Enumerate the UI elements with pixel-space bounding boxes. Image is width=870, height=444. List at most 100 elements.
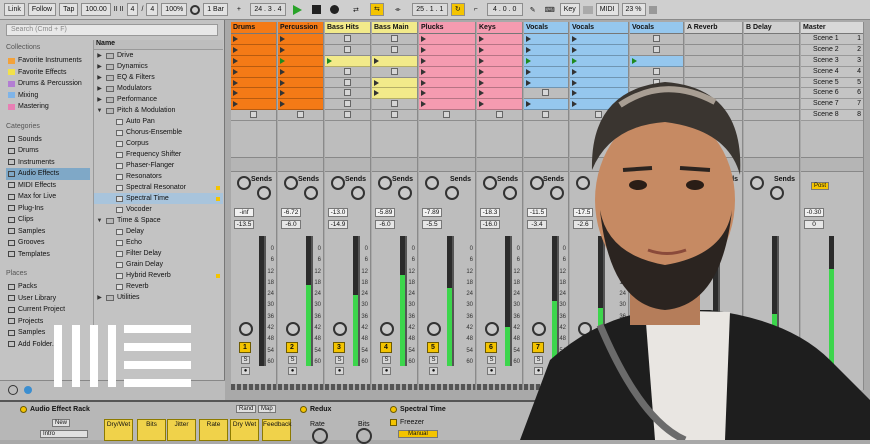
- clip-playing-icon[interactable]: [327, 57, 332, 64]
- clip-launch-icon[interactable]: [374, 90, 379, 97]
- track-header[interactable]: Drums: [231, 22, 276, 34]
- freeze-mode-select[interactable]: Manual: [398, 430, 438, 438]
- clip-launch-icon[interactable]: [421, 79, 426, 86]
- clip-slot[interactable]: [372, 77, 417, 89]
- clip-slot[interactable]: [278, 77, 323, 89]
- draw-icon[interactable]: ✎: [526, 6, 540, 14]
- send-b-knob[interactable]: [398, 186, 412, 200]
- clip-slot[interactable]: [325, 45, 370, 56]
- track-activator-button[interactable]: 5: [427, 342, 439, 353]
- rack-preset-select[interactable]: Intro: [40, 430, 88, 438]
- folder-item[interactable]: ▼ Pitch & Modulation: [94, 105, 223, 116]
- clip-stop-icon[interactable]: [343, 35, 351, 42]
- tempo-field[interactable]: 100.00: [81, 3, 111, 16]
- clip-slot[interactable]: [278, 66, 323, 78]
- arm-button[interactable]: ●: [382, 367, 391, 375]
- punch-out-icon[interactable]: ⌐: [468, 6, 484, 13]
- place-item[interactable]: Current Project: [6, 304, 90, 316]
- draw-mode-icon[interactable]: +: [231, 6, 247, 13]
- zoom-field[interactable]: 100%: [161, 3, 188, 16]
- chevron-right-icon[interactable]: ▶: [96, 96, 103, 103]
- clip-launch-icon[interactable]: [233, 46, 238, 53]
- scene-launch-button[interactable]: Scene 2 2: [801, 44, 863, 56]
- clip-slot[interactable]: [685, 34, 742, 45]
- clip-stop-icon[interactable]: [390, 111, 398, 119]
- clip-launch-icon[interactable]: [526, 36, 531, 42]
- clip-slot[interactable]: [325, 110, 370, 122]
- signature-numerator[interactable]: 4: [126, 3, 139, 16]
- folder-item[interactable]: ▼ Time & Space: [94, 215, 223, 226]
- clip-slot[interactable]: [372, 99, 417, 111]
- record-icon[interactable]: [329, 5, 339, 14]
- clip-stop-icon[interactable]: [343, 45, 351, 53]
- clip-launch-icon[interactable]: [280, 90, 285, 97]
- clip-slot[interactable]: [278, 34, 323, 45]
- category-item[interactable]: Templates: [6, 249, 90, 261]
- tap-button[interactable]: Tap: [59, 3, 79, 16]
- session-record-icon[interactable]: ⇄: [345, 6, 367, 14]
- rack-new-button[interactable]: New: [52, 419, 71, 427]
- chevron-right-icon[interactable]: ▶: [96, 63, 103, 70]
- macro-knob[interactable]: Dry Wet: [230, 419, 259, 441]
- clip-playing-icon[interactable]: [280, 57, 285, 64]
- clip-slot[interactable]: [231, 77, 276, 89]
- arm-button[interactable]: ●: [429, 367, 438, 375]
- track-header[interactable]: Vocals: [570, 22, 628, 34]
- clip-stop-icon[interactable]: [390, 100, 398, 108]
- send-a-knob[interactable]: [331, 176, 345, 190]
- clip-slot[interactable]: [325, 55, 370, 67]
- clip-slot[interactable]: [278, 44, 323, 56]
- clip-slot[interactable]: [231, 44, 276, 56]
- key-map-button[interactable]: Key: [559, 3, 580, 16]
- freezer-toggle[interactable]: [390, 419, 397, 426]
- clip-stop-icon[interactable]: [652, 35, 660, 42]
- clip-stop-icon[interactable]: [652, 45, 660, 53]
- folder-item[interactable]: ▶ Utilities: [94, 292, 223, 303]
- send-b-knob[interactable]: [351, 186, 365, 200]
- send-b-knob[interactable]: [304, 186, 318, 200]
- clip-slot[interactable]: [278, 99, 323, 111]
- device-item[interactable]: Frequency Shifter: [94, 149, 223, 160]
- chevron-right-icon[interactable]: ▶: [96, 52, 103, 59]
- tempo-nudge-icon[interactable]: II II: [114, 6, 124, 13]
- clip-stop-icon[interactable]: [296, 111, 304, 119]
- clip-launch-icon[interactable]: [572, 36, 577, 42]
- folder-item[interactable]: ▶ Modulators: [94, 83, 223, 94]
- category-item[interactable]: Audio Effects: [6, 168, 90, 180]
- folder-item[interactable]: ▶ Performance: [94, 94, 223, 105]
- category-item[interactable]: MIDI Effects: [6, 180, 90, 192]
- clip-launch-icon[interactable]: [572, 46, 577, 53]
- clip-launch-icon[interactable]: [233, 68, 238, 75]
- device-item[interactable]: Chorus-Ensemble: [94, 127, 223, 138]
- collection-item[interactable]: Mastering: [6, 101, 90, 113]
- volume-field[interactable]: -13.0: [328, 208, 348, 217]
- volume-field[interactable]: -5.89: [375, 208, 395, 217]
- clip-slot[interactable]: [570, 44, 628, 56]
- clip-launch-icon[interactable]: [421, 90, 426, 97]
- clip-slot[interactable]: [685, 45, 742, 56]
- place-item[interactable]: User Library: [6, 293, 90, 305]
- place-item[interactable]: Packs: [6, 281, 90, 293]
- send-a-knob[interactable]: [284, 176, 298, 190]
- track-activator-button[interactable]: 1: [239, 342, 251, 353]
- clip-launch-icon[interactable]: [421, 57, 426, 64]
- clip-stop-icon[interactable]: [390, 35, 398, 42]
- clip-slot[interactable]: [524, 44, 568, 56]
- track-activator-button[interactable]: 3: [333, 342, 345, 353]
- device-item[interactable]: Corpus: [94, 138, 223, 149]
- category-item[interactable]: Sounds: [6, 134, 90, 146]
- clip-slot[interactable]: [372, 67, 417, 78]
- clip-stop-icon[interactable]: [249, 111, 257, 119]
- computer-keyboard-icon[interactable]: ⌨: [543, 6, 557, 14]
- rand-button[interactable]: Rand: [236, 405, 257, 413]
- device-item[interactable]: Phaser-Flanger: [94, 160, 223, 171]
- device-item[interactable]: Spectral Time: [94, 193, 223, 204]
- clip-launch-icon[interactable]: [421, 36, 426, 42]
- device-item[interactable]: Spectral Resonator: [94, 182, 223, 193]
- clip-launch-icon[interactable]: [233, 79, 238, 86]
- chevron-right-icon[interactable]: ▶: [96, 294, 103, 301]
- clip-slot[interactable]: [372, 45, 417, 56]
- device-item[interactable]: Echo: [94, 237, 223, 248]
- clip-launch-icon[interactable]: [233, 90, 238, 97]
- redux-power-icon[interactable]: [300, 406, 307, 413]
